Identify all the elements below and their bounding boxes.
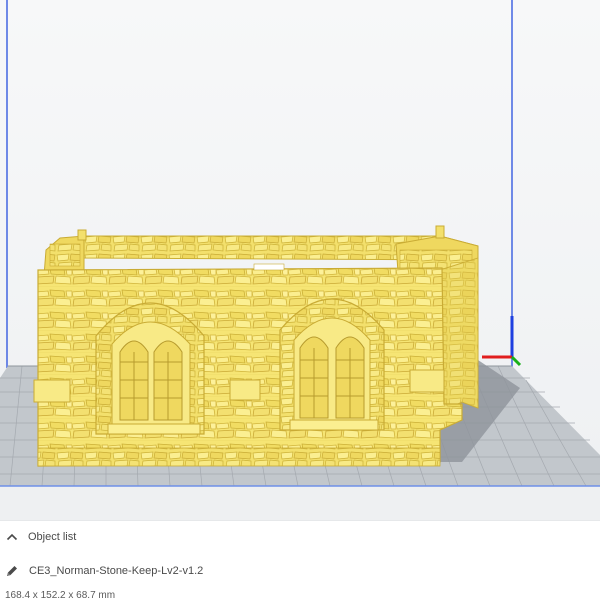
chevron-up-icon[interactable]	[6, 532, 18, 542]
dimensions-text: 168.4 x 152.2 x 68.7 mm	[5, 590, 116, 601]
3d-viewport[interactable]	[0, 0, 600, 520]
object-row[interactable]: CE3_Norman-Stone-Keep-Lv2-v1.2	[5, 564, 203, 578]
object-list-label[interactable]: Object list	[28, 531, 76, 543]
pencil-icon[interactable]	[5, 564, 19, 578]
scene-canvas[interactable]	[0, 0, 600, 520]
y-axis	[510, 355, 522, 367]
object-dimensions: 168.4 x 152.2 x 68.7 mm	[5, 590, 115, 601]
object-list-panel: Object list CE3_Norman-Stone-Keep-Lv2-v1…	[0, 520, 600, 609]
object-list-header[interactable]: Object list	[6, 531, 76, 543]
model-stone-keep[interactable]	[33, 225, 479, 467]
object-name[interactable]: CE3_Norman-Stone-Keep-Lv2-v1.2	[29, 565, 203, 577]
slicer-window: Object list CE3_Norman-Stone-Keep-Lv2-v1…	[0, 0, 600, 609]
